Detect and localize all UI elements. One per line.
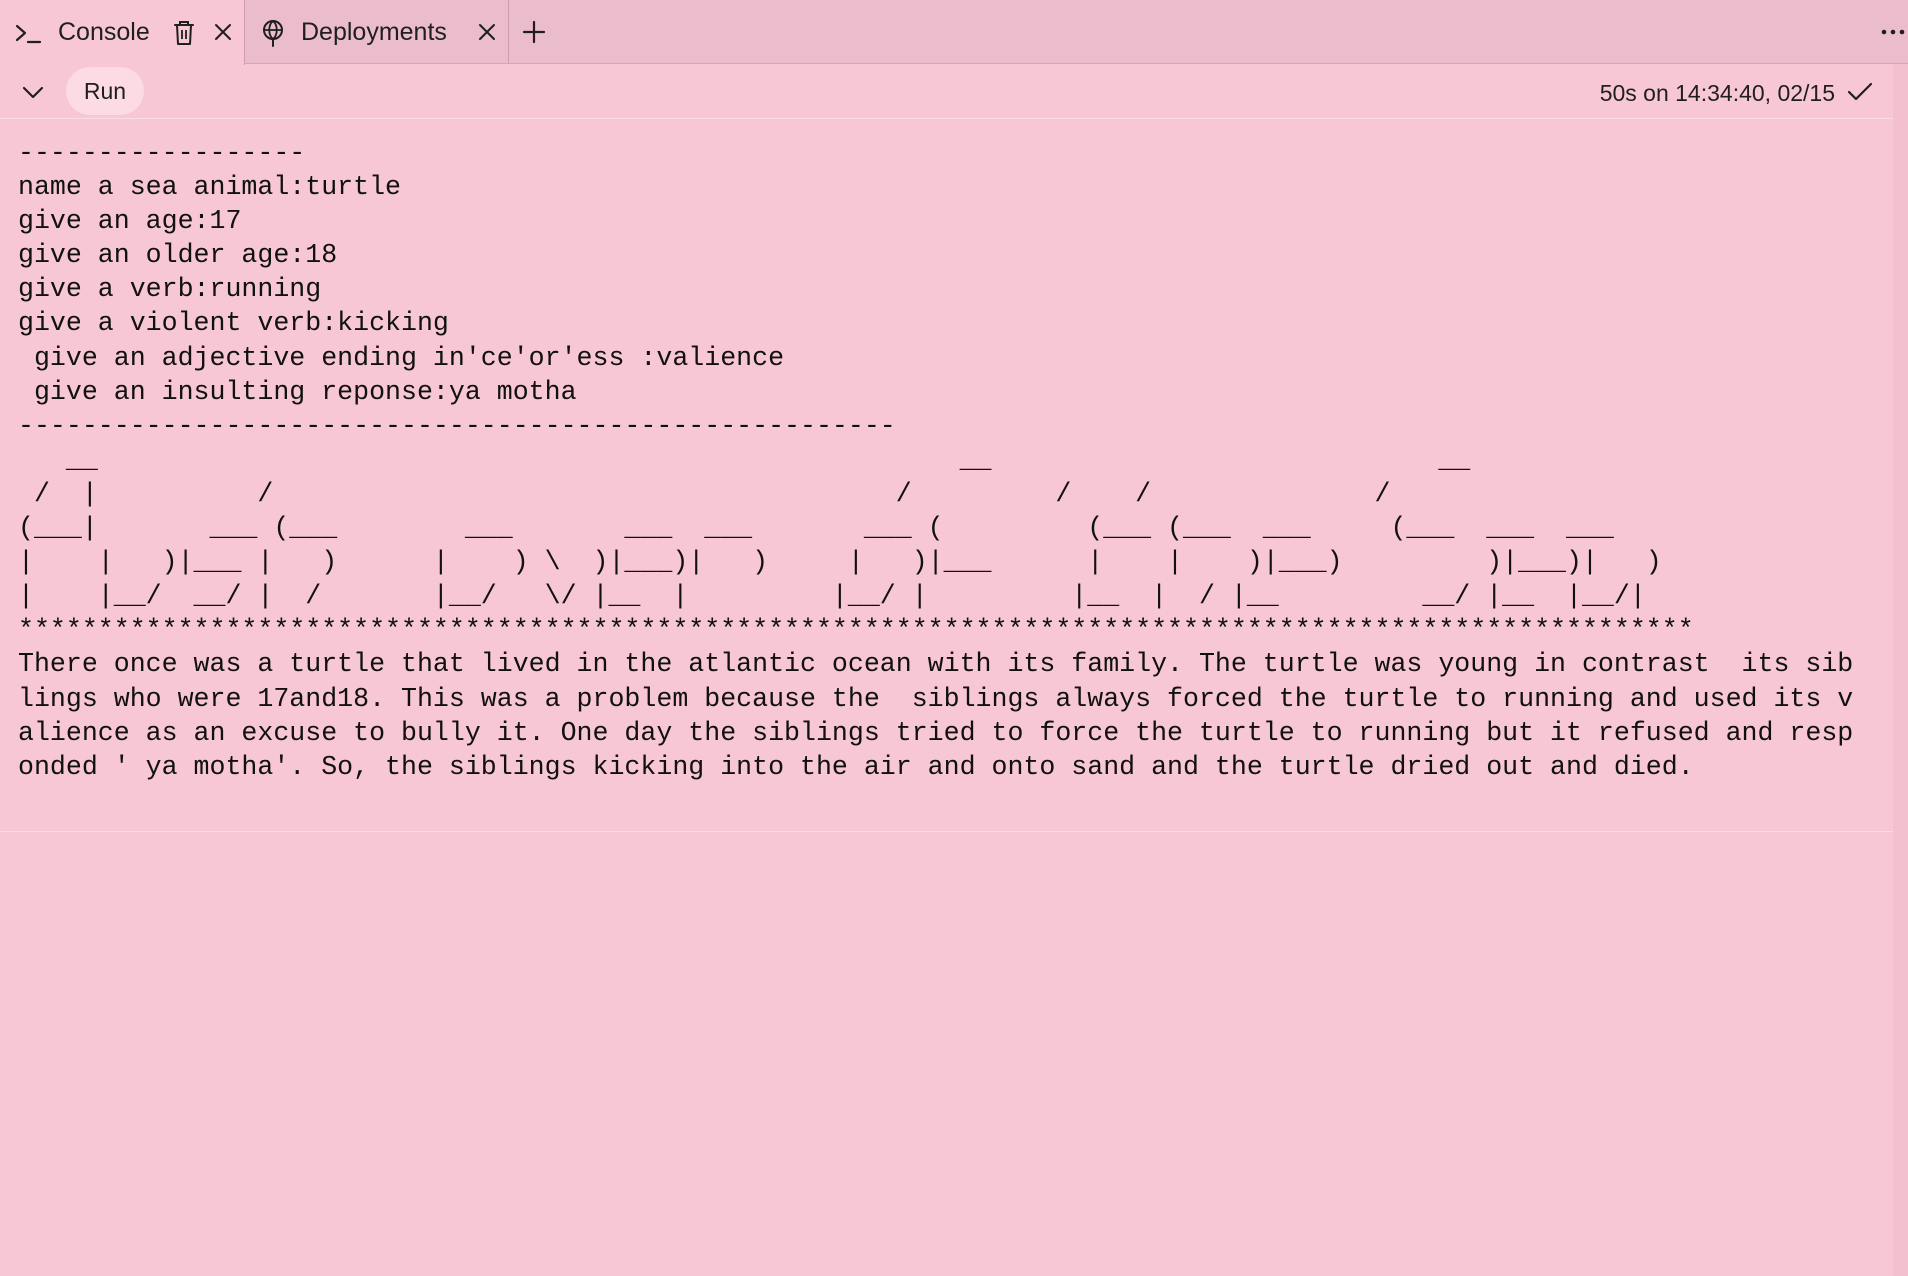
chevron-down-icon[interactable] (20, 80, 46, 104)
console-output: ------------------ name a sea animal:turt… (18, 136, 1853, 784)
add-tab-icon[interactable] (520, 18, 548, 46)
close-tab-console-icon[interactable] (212, 21, 234, 43)
console-line: ****************************************… (18, 615, 1694, 646)
console-line: onded ' ya motha'. So, the siblings kick… (18, 751, 1694, 782)
console-line: / | / / / / / (18, 478, 1391, 509)
console-line: give an adjective ending in'ce'or'ess :v… (18, 342, 785, 373)
console-line: ------------------ (18, 138, 306, 168)
tab-bar: Console Deployments (0, 0, 1908, 65)
console-line: give a verb:running (18, 274, 322, 305)
console-line: There once was a turtle that lived in th… (18, 649, 1854, 680)
tab-deployments-label: Deployments (301, 18, 447, 46)
console-line: alience as an excuse to bully it. One da… (18, 717, 1854, 748)
console-line: give an age:17 (18, 206, 242, 237)
run-button[interactable]: Run (66, 67, 144, 115)
run-status: 50s on 14:34:40, 02/15 (1599, 80, 1835, 106)
terminal-icon (15, 24, 42, 44)
console-output-area[interactable]: ------------------ name a sea animal:turt… (0, 120, 1893, 832)
check-icon (1847, 82, 1873, 101)
console-line: (___| ___ (___ ___ ___ ___ ___ ( (___ (_… (18, 513, 1614, 544)
console-line: | | )|___ | ) | ) \ )|___)| ) | )|___ | … (18, 547, 1662, 578)
close-tab-deployments-icon[interactable] (476, 21, 498, 43)
repl-workspace: Console Deployments Run 50s on 14:34:40,… (0, 0, 1908, 1276)
console-line: | |__/ __/ | / |__/ \/ |__ | |__/ | |__ … (18, 581, 1646, 612)
console-toolbar: Run 50s on 14:34:40, 02/15 (0, 64, 1893, 119)
tab-deployments[interactable]: Deployments (245, 0, 509, 64)
scrollbar-track[interactable] (1893, 64, 1908, 1276)
tab-console[interactable]: Console (0, 0, 245, 65)
console-line: name a sea animal:turtle (18, 172, 402, 203)
trash-icon[interactable] (171, 19, 197, 47)
more-options-icon[interactable] (1880, 22, 1908, 42)
console-line: give an insulting reponse:ya motha (18, 376, 577, 407)
deployments-icon (263, 20, 283, 47)
console-line: __ __ __ (18, 444, 1471, 475)
console-line: give a violent verb:kicking (18, 308, 449, 339)
tab-console-label: Console (58, 18, 150, 46)
console-line: ----------------------------------------… (18, 410, 896, 441)
console-line: lings who were 17and18. This was a probl… (18, 683, 1854, 714)
console-line: give an older age:18 (18, 240, 338, 271)
